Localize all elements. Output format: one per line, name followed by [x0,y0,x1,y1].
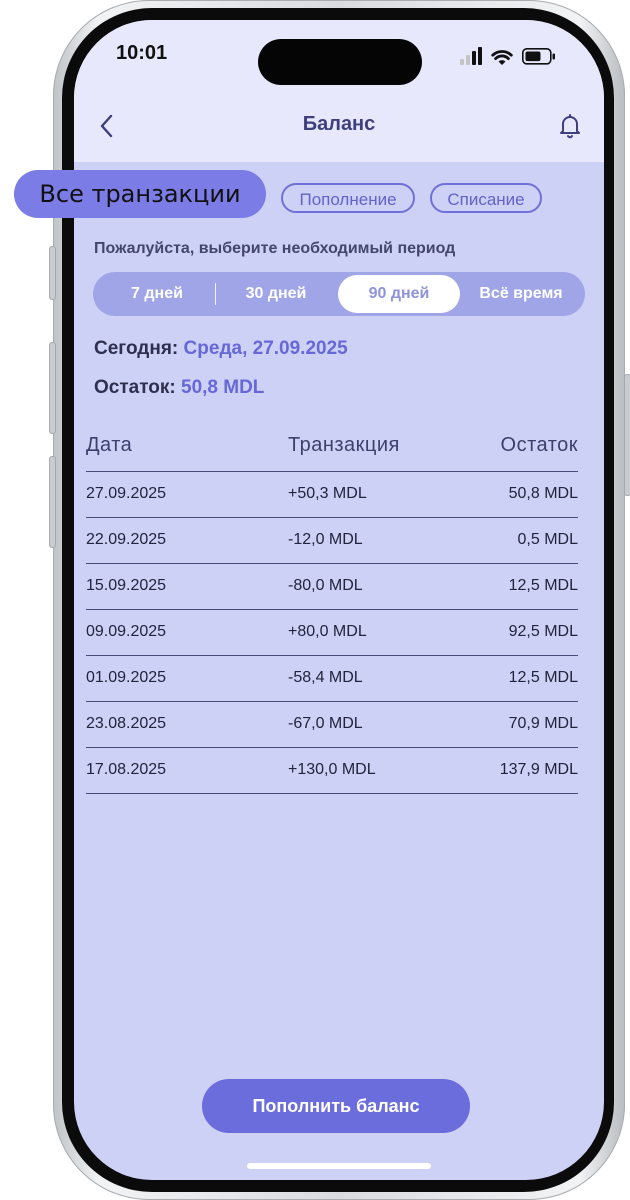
period-option-7-days[interactable]: 7 дней [103,272,211,316]
all-transactions-tab[interactable]: Все транзакции [14,170,266,218]
segment-divider [215,283,216,305]
volume-down-button [49,456,56,548]
balance-line: Остаток: 50,8 MDL [94,377,264,399]
balance-value: 50,8 MDL [181,377,265,398]
cell-balance: 50,8 MDL [508,485,578,502]
status-icons [460,47,555,65]
wifi-icon [491,50,513,65]
cell-balance: 137,9 MDL [499,761,578,778]
cell-date: 22.09.2025 [86,531,167,548]
table-row: 27.09.2025 +50,3 MDL 50,8 MDL [86,472,578,518]
balance-label: Остаток: [94,377,176,398]
filter-debit-button[interactable]: Списание [430,183,542,213]
battery-icon [522,48,555,65]
filter-topup-button[interactable]: Пополнение [281,183,415,213]
cell-date: 23.08.2025 [86,715,167,732]
action-button [49,246,56,300]
cellular-signal-icon [460,47,482,65]
table-row: 15.09.2025 -80,0 MDL 12,5 MDL [86,564,578,610]
cell-date: 01.09.2025 [86,669,167,686]
cell-date: 15.09.2025 [86,577,167,594]
dynamic-island [258,39,422,85]
cell-balance: 92,5 MDL [508,623,578,640]
cell-transaction: +80,0 MDL [288,623,367,640]
table-row: 22.09.2025 -12,0 MDL 0,5 MDL [86,518,578,564]
table-row: 09.09.2025 +80,0 MDL 92,5 MDL [86,610,578,656]
column-header-date: Дата [86,434,133,456]
period-segmented-control: 7 дней 30 дней 90 дней Всё время [93,272,585,316]
cell-balance: 70,9 MDL [508,715,578,732]
period-option-30-days[interactable]: 30 дней [221,272,331,316]
home-indicator[interactable] [247,1163,431,1169]
today-line: Сегодня: Среда, 27.09.2025 [94,338,348,360]
table-header: Дата Транзакция Остаток [86,434,578,472]
cell-transaction: -80,0 MDL [288,577,363,594]
cell-transaction: +50,3 MDL [288,485,367,502]
page-title: Баланс [302,113,376,135]
period-option-all-time[interactable]: Всё время [465,272,577,316]
period-prompt: Пожалуйста, выберите необходимый период [94,240,456,257]
cell-balance: 12,5 MDL [508,577,578,594]
cell-date: 17.08.2025 [86,761,167,778]
table-row: 17.08.2025 +130,0 MDL 137,9 MDL [86,748,578,794]
today-label: Сегодня: [94,338,179,359]
cell-balance: 0,5 MDL [517,531,578,548]
cell-transaction: -12,0 MDL [288,531,363,548]
column-header-transaction: Транзакция [288,434,400,456]
power-button [624,374,630,496]
topup-balance-button[interactable]: Пополнить баланс [202,1079,470,1133]
cell-transaction: -67,0 MDL [288,715,363,732]
cell-transaction: +130,0 MDL [288,761,376,778]
today-value: Среда, 27.09.2025 [183,338,348,359]
status-time: 10:01 [116,42,168,64]
cell-date: 09.09.2025 [86,623,167,640]
table-row: 23.08.2025 -67,0 MDL 70,9 MDL [86,702,578,748]
cell-transaction: -58,4 MDL [288,669,363,686]
cell-date: 27.09.2025 [86,485,167,502]
volume-up-button [49,342,56,434]
bell-icon[interactable] [554,110,586,142]
column-header-balance: Остаток [500,434,578,456]
table-row: 01.09.2025 -58,4 MDL 12,5 MDL [86,656,578,702]
period-option-90-days[interactable]: 90 дней [338,275,460,313]
cell-balance: 12,5 MDL [508,669,578,686]
